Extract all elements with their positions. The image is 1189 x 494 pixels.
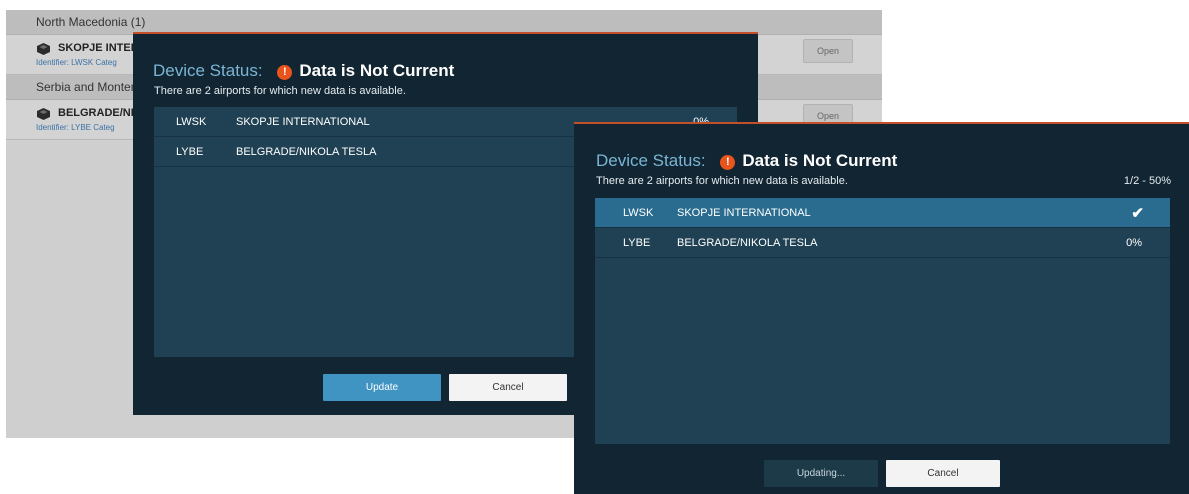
airport-progress: 0% (1126, 237, 1142, 249)
dialog-subtitle: There are 2 airports for which new data … (154, 85, 406, 97)
update-button[interactable]: Update (323, 374, 441, 401)
airport-update-list: LWSK SKOPJE INTERNATIONAL ✔ LYBE BELGRAD… (595, 198, 1170, 444)
airport-pin-icon (37, 43, 50, 55)
checkmark-icon: ✔ (1131, 205, 1144, 222)
dialog-title: Device Status: ! Data is Not Current (153, 61, 454, 81)
list-item-lybe[interactable]: LYBE BELGRADE/NIKOLA TESLA 0% (595, 228, 1170, 258)
device-status-dialog-updating: Device Status: ! Data is Not Current Ther… (574, 122, 1189, 494)
airport-pin-icon (37, 108, 50, 120)
airport-ident: LWSK (623, 207, 654, 219)
dialog-subtitle: There are 2 airports for which new data … (596, 175, 848, 187)
dialog-title: Device Status: ! Data is Not Current (596, 151, 897, 171)
overall-progress: 1/2 - 50% (1123, 175, 1171, 187)
list-item-lwsk[interactable]: LWSK SKOPJE INTERNATIONAL ✔ (595, 198, 1170, 228)
airport-name: SKOPJE INTERNATIONAL (236, 116, 370, 128)
airport-name: BELGRADE/NIKOLA TESLA (236, 146, 377, 158)
screenshot-stage: North Macedonia (1) SKOPJE INTER Identif… (0, 0, 1189, 494)
updating-button: Updating... (764, 460, 878, 487)
airport-ident: LYBE (176, 146, 204, 158)
open-button[interactable]: Open (803, 39, 853, 63)
airport-name: BELGRADE/NIK (58, 107, 142, 119)
airport-ident: LYBE (623, 237, 651, 249)
airport-name: BELGRADE/NIKOLA TESLA (677, 237, 818, 249)
airport-identifier: Identifier: LYBE Categ (36, 123, 115, 132)
cancel-button[interactable]: Cancel (449, 374, 567, 401)
status-text: Data is Not Current (742, 151, 898, 170)
airport-identifier: Identifier: LWSK Categ (36, 58, 117, 67)
exclamation-warning-icon: ! (277, 65, 293, 80)
status-text: Data is Not Current (299, 61, 455, 80)
airport-ident: LWSK (176, 116, 207, 128)
dialog-title-label: Device Status: (596, 151, 706, 170)
exclamation-warning-icon: ! (720, 155, 736, 170)
cancel-button[interactable]: Cancel (886, 460, 1000, 487)
airport-name: SKOPJE INTER (58, 42, 139, 54)
dialog-title-label: Device Status: (153, 61, 263, 80)
airport-name: SKOPJE INTERNATIONAL (677, 207, 811, 219)
